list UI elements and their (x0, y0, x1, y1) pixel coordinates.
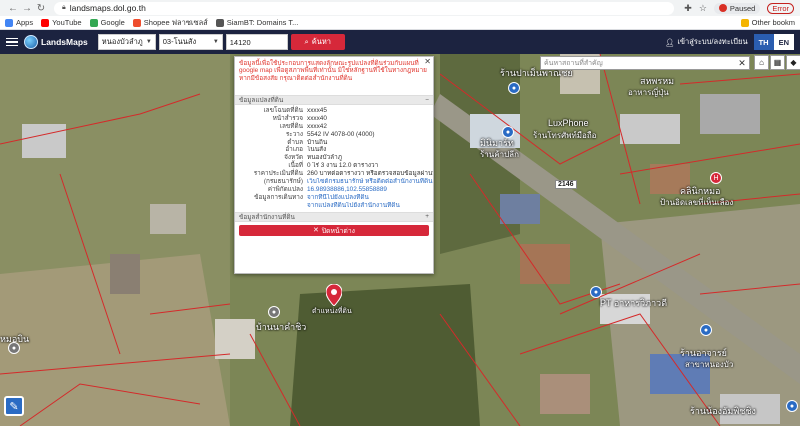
map-label-hotel1-sub: อาหารญี่ปุ่น (628, 88, 669, 97)
shop-pin-icon[interactable]: ● (508, 82, 520, 94)
parcel-details: เลขโฉนดที่ดิน xxxx45 หน้าสำรวจ xxxx40 เลขท… (235, 105, 433, 212)
map-label-clinic-sub: ป้านอิดเลขที่เห็นเลือง (660, 198, 734, 207)
place-search-input[interactable]: ค้นหาสถานที่สำคัญ (540, 56, 750, 70)
layers-icon[interactable]: ◆ (786, 55, 800, 70)
map-label-mobile: LuxPhone (548, 118, 589, 128)
road-shield-2146: 2146 (555, 180, 577, 189)
chevron-down-icon: ▼ (212, 39, 219, 45)
extension-icon[interactable]: ✚ (684, 3, 692, 14)
map-label-shop3: ร้านน้องอัมพิชชิง (690, 406, 756, 416)
user-icon: 👤︎ (664, 37, 675, 47)
detail-row: เลขที่ดิน xxxx42 (279, 122, 327, 130)
bookmark-star-icon[interactable]: ☆ (699, 3, 707, 14)
chevron-down-icon: ▼ (145, 39, 152, 45)
directions-to-parcel-link[interactable]: จากที่นี่ไปยังแปลงที่ดิน (307, 194, 433, 202)
detail-row: หน้าสำรวจ xxxx40 (272, 114, 327, 122)
section-land-header[interactable]: ข้อมูลแปลงที่ดิน − (235, 95, 433, 105)
detail-row: ข้อมูลการเดินทาง จากที่นี่ไปยังแปลงที่ดิน (235, 194, 433, 202)
apps-icon (5, 18, 13, 27)
avatar (718, 4, 727, 12)
lang-en-button[interactable]: EN (773, 34, 794, 50)
bookmark-youtube[interactable]: YouTube (41, 18, 82, 27)
other-bookmarks[interactable]: Other bookm (740, 18, 795, 27)
place-pin-icon[interactable]: ● (268, 306, 280, 318)
app-logo[interactable]: LandsMaps (24, 35, 88, 49)
youtube-icon (41, 18, 50, 27)
profile-status: Paused (729, 3, 756, 13)
detail-row: ราคาประเมินที่ดิน 260 บาทต่อตารางวา หรือต… (253, 170, 433, 178)
home-icon[interactable]: ⌂ (754, 55, 769, 70)
address-bar[interactable]: 🔒︎ landsmaps.dol.go.th (54, 1, 674, 15)
login-link[interactable]: 👤︎ เข้าสู่ระบบ/ลงทะเบียน (665, 36, 748, 48)
close-window-button[interactable]: ✕ ปิดหน้าต่าง (239, 224, 429, 236)
lock-icon: 🔒︎ (62, 4, 66, 11)
close-icon[interactable]: ✕ (736, 57, 748, 69)
bookmark-apps[interactable]: Apps (5, 18, 33, 27)
expand-icon: + (425, 213, 429, 221)
coordinates-link[interactable]: 16.98938886,102.55858889 (307, 186, 433, 194)
map-label-shop2-sub: สาขาหนองบัว (685, 360, 734, 369)
district-select[interactable]: 03-โนนสัง ▼ (158, 34, 223, 50)
lang-th-button[interactable]: TH (753, 34, 774, 50)
bookmark-siambt[interactable]: SiamBT: Domains T... (215, 18, 298, 27)
detail-row: เนื้อที่ 0 ไร่ 3 งาน 12.0 ตารางวา (288, 162, 379, 170)
shop3-pin-icon[interactable]: ● (786, 400, 798, 412)
url-text: landsmaps.dol.go.th (69, 3, 146, 13)
directions-to-office-link[interactable]: จากแปลงที่ดินไปยังสำนักงานที่ดิน (307, 202, 433, 210)
map-toolbar: ⌂ ▦ ◆ (754, 55, 800, 70)
map-pin-icon (325, 283, 343, 307)
hospital-pin-icon[interactable]: H (710, 172, 722, 184)
marker-label: ตำแหน่งที่ดิน (312, 308, 352, 315)
collapse-icon: − (425, 96, 429, 104)
error-button[interactable]: Error (767, 2, 794, 14)
fuel-pin-icon[interactable]: ● (590, 286, 602, 298)
app-header: LandsMaps หนองบัวลำภู ▼ 03-โนนสัง ▼ 14120 … (0, 30, 800, 54)
detail-row: (กรมธนารักษ์) เว็บไซต์กรมธนารักษ์ หรือติด… (263, 178, 433, 186)
shop2-pin-icon[interactable]: ● (700, 324, 712, 336)
popup-close-icon[interactable]: ✕ (424, 57, 431, 66)
detail-row: จากแปลงที่ดินไปยังสำนักงานที่ดิน (235, 202, 433, 210)
profile-button[interactable]: Paused (713, 2, 761, 14)
phone-shop-pin-icon[interactable]: ● (502, 126, 514, 138)
detail-row: จังหวัด หนองบัวลำภู (284, 154, 342, 162)
close-icon: ✕ (313, 227, 319, 235)
search-icon: ⌕ (304, 37, 309, 46)
detail-row: ตำบล บ้านถิ่น (287, 138, 328, 146)
globe-icon (24, 35, 38, 49)
menu-icon[interactable] (6, 37, 18, 47)
back-icon[interactable]: ← (6, 3, 20, 14)
parcel-info-popup: ✕ ข้อมูลนี้เพื่อใช้ประกอบการแสดงลักษณะรู… (234, 56, 434, 274)
logo-text: LandsMaps (41, 37, 88, 47)
reload-icon[interactable]: ↻ (34, 3, 48, 14)
left-pin-icon[interactable]: ● (8, 342, 20, 354)
map-label-minimart1-sub: ร้านค้าปลีก (480, 150, 519, 159)
disclaimer-text: ข้อมูลนี้เพื่อใช้ประกอบการแสดงลักษณะรูปแ… (239, 60, 427, 82)
detail-row: ระวาง 5542 IV 4078-00 (4000) (285, 130, 375, 138)
province-select[interactable]: หนองบัวลำภู ▼ (97, 34, 156, 50)
extensions-area: ✚ ☆ Paused Error (684, 2, 794, 14)
grid-icon[interactable]: ▦ (770, 55, 785, 70)
measure-tool-icon[interactable]: ✎ (4, 396, 24, 416)
map-label-ptt: PT อาหารวิภาวดี (600, 298, 668, 308)
detail-row: อำเภอ โนนสัง (285, 146, 327, 154)
map-label-village: บ้านนาคำชิว (256, 322, 307, 332)
map-label-mobile-sub: ร้านโทรศัพท์มือถือ (533, 131, 597, 140)
parcel-number-input[interactable]: 14120 (225, 34, 288, 50)
bookmarks-bar: Apps YouTube Google Shopee ฟลาซเซลส์ Sia… (0, 16, 800, 30)
detail-row: ค่าพิกัดแปลง 16.98938886,102.55858889 (235, 186, 433, 194)
browser-toolbar: ← → ↻ 🔒︎ landsmaps.dol.go.th ✚ ☆ Paused … (0, 0, 800, 16)
treasury-link[interactable]: เว็บไซต์กรมธนารักษ์ หรือติดต่อสำนักงานที… (307, 178, 433, 186)
forward-icon[interactable]: → (20, 3, 34, 14)
siambt-icon (215, 18, 224, 27)
google-icon (89, 18, 98, 27)
bookmark-shopee[interactable]: Shopee ฟลาซเซลส์ (132, 17, 208, 29)
detail-row: เลขโฉนดที่ดิน xxxx45 (263, 107, 327, 114)
search-button[interactable]: ⌕ ค้นหา (290, 34, 345, 50)
bookmark-google[interactable]: Google (89, 18, 125, 27)
folder-icon (740, 18, 749, 27)
section-office-header[interactable]: ข้อมูลสำนักงานที่ดิน + (235, 211, 433, 222)
shopee-icon (132, 18, 141, 27)
